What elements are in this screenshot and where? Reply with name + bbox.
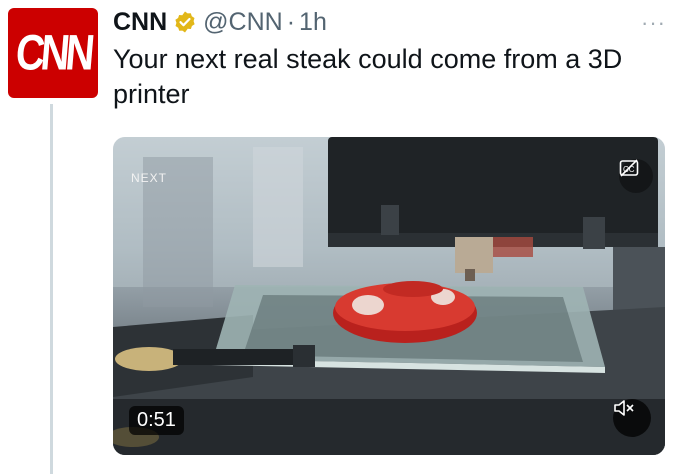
closed-captions-off-icon: CC [619, 159, 639, 177]
cnn-logo: CNN [13, 25, 93, 81]
video-player[interactable]: NEXT CC 0:51 [113, 137, 665, 455]
video-frame [113, 137, 665, 455]
thread-line [50, 104, 53, 474]
more-options-icon[interactable]: ··· [641, 10, 666, 36]
user-handle[interactable]: @CNN [203, 8, 283, 37]
captions-button[interactable]: CC [619, 159, 653, 193]
next-overlay-label: NEXT [131, 171, 168, 185]
separator-dot: · [286, 7, 296, 36]
tweet-header: CNN @CNN · 1h ··· [113, 2, 666, 42]
muted-speaker-icon [614, 400, 634, 416]
volume-button[interactable] [613, 399, 651, 437]
timestamp[interactable]: 1h [299, 8, 327, 37]
video-duration: 0:51 [129, 406, 184, 435]
verified-badge-icon [175, 11, 195, 33]
avatar[interactable]: CNN [8, 8, 98, 98]
tweet-text: Your next real steak could come from a 3… [113, 44, 623, 109]
display-name[interactable]: CNN [113, 8, 167, 37]
